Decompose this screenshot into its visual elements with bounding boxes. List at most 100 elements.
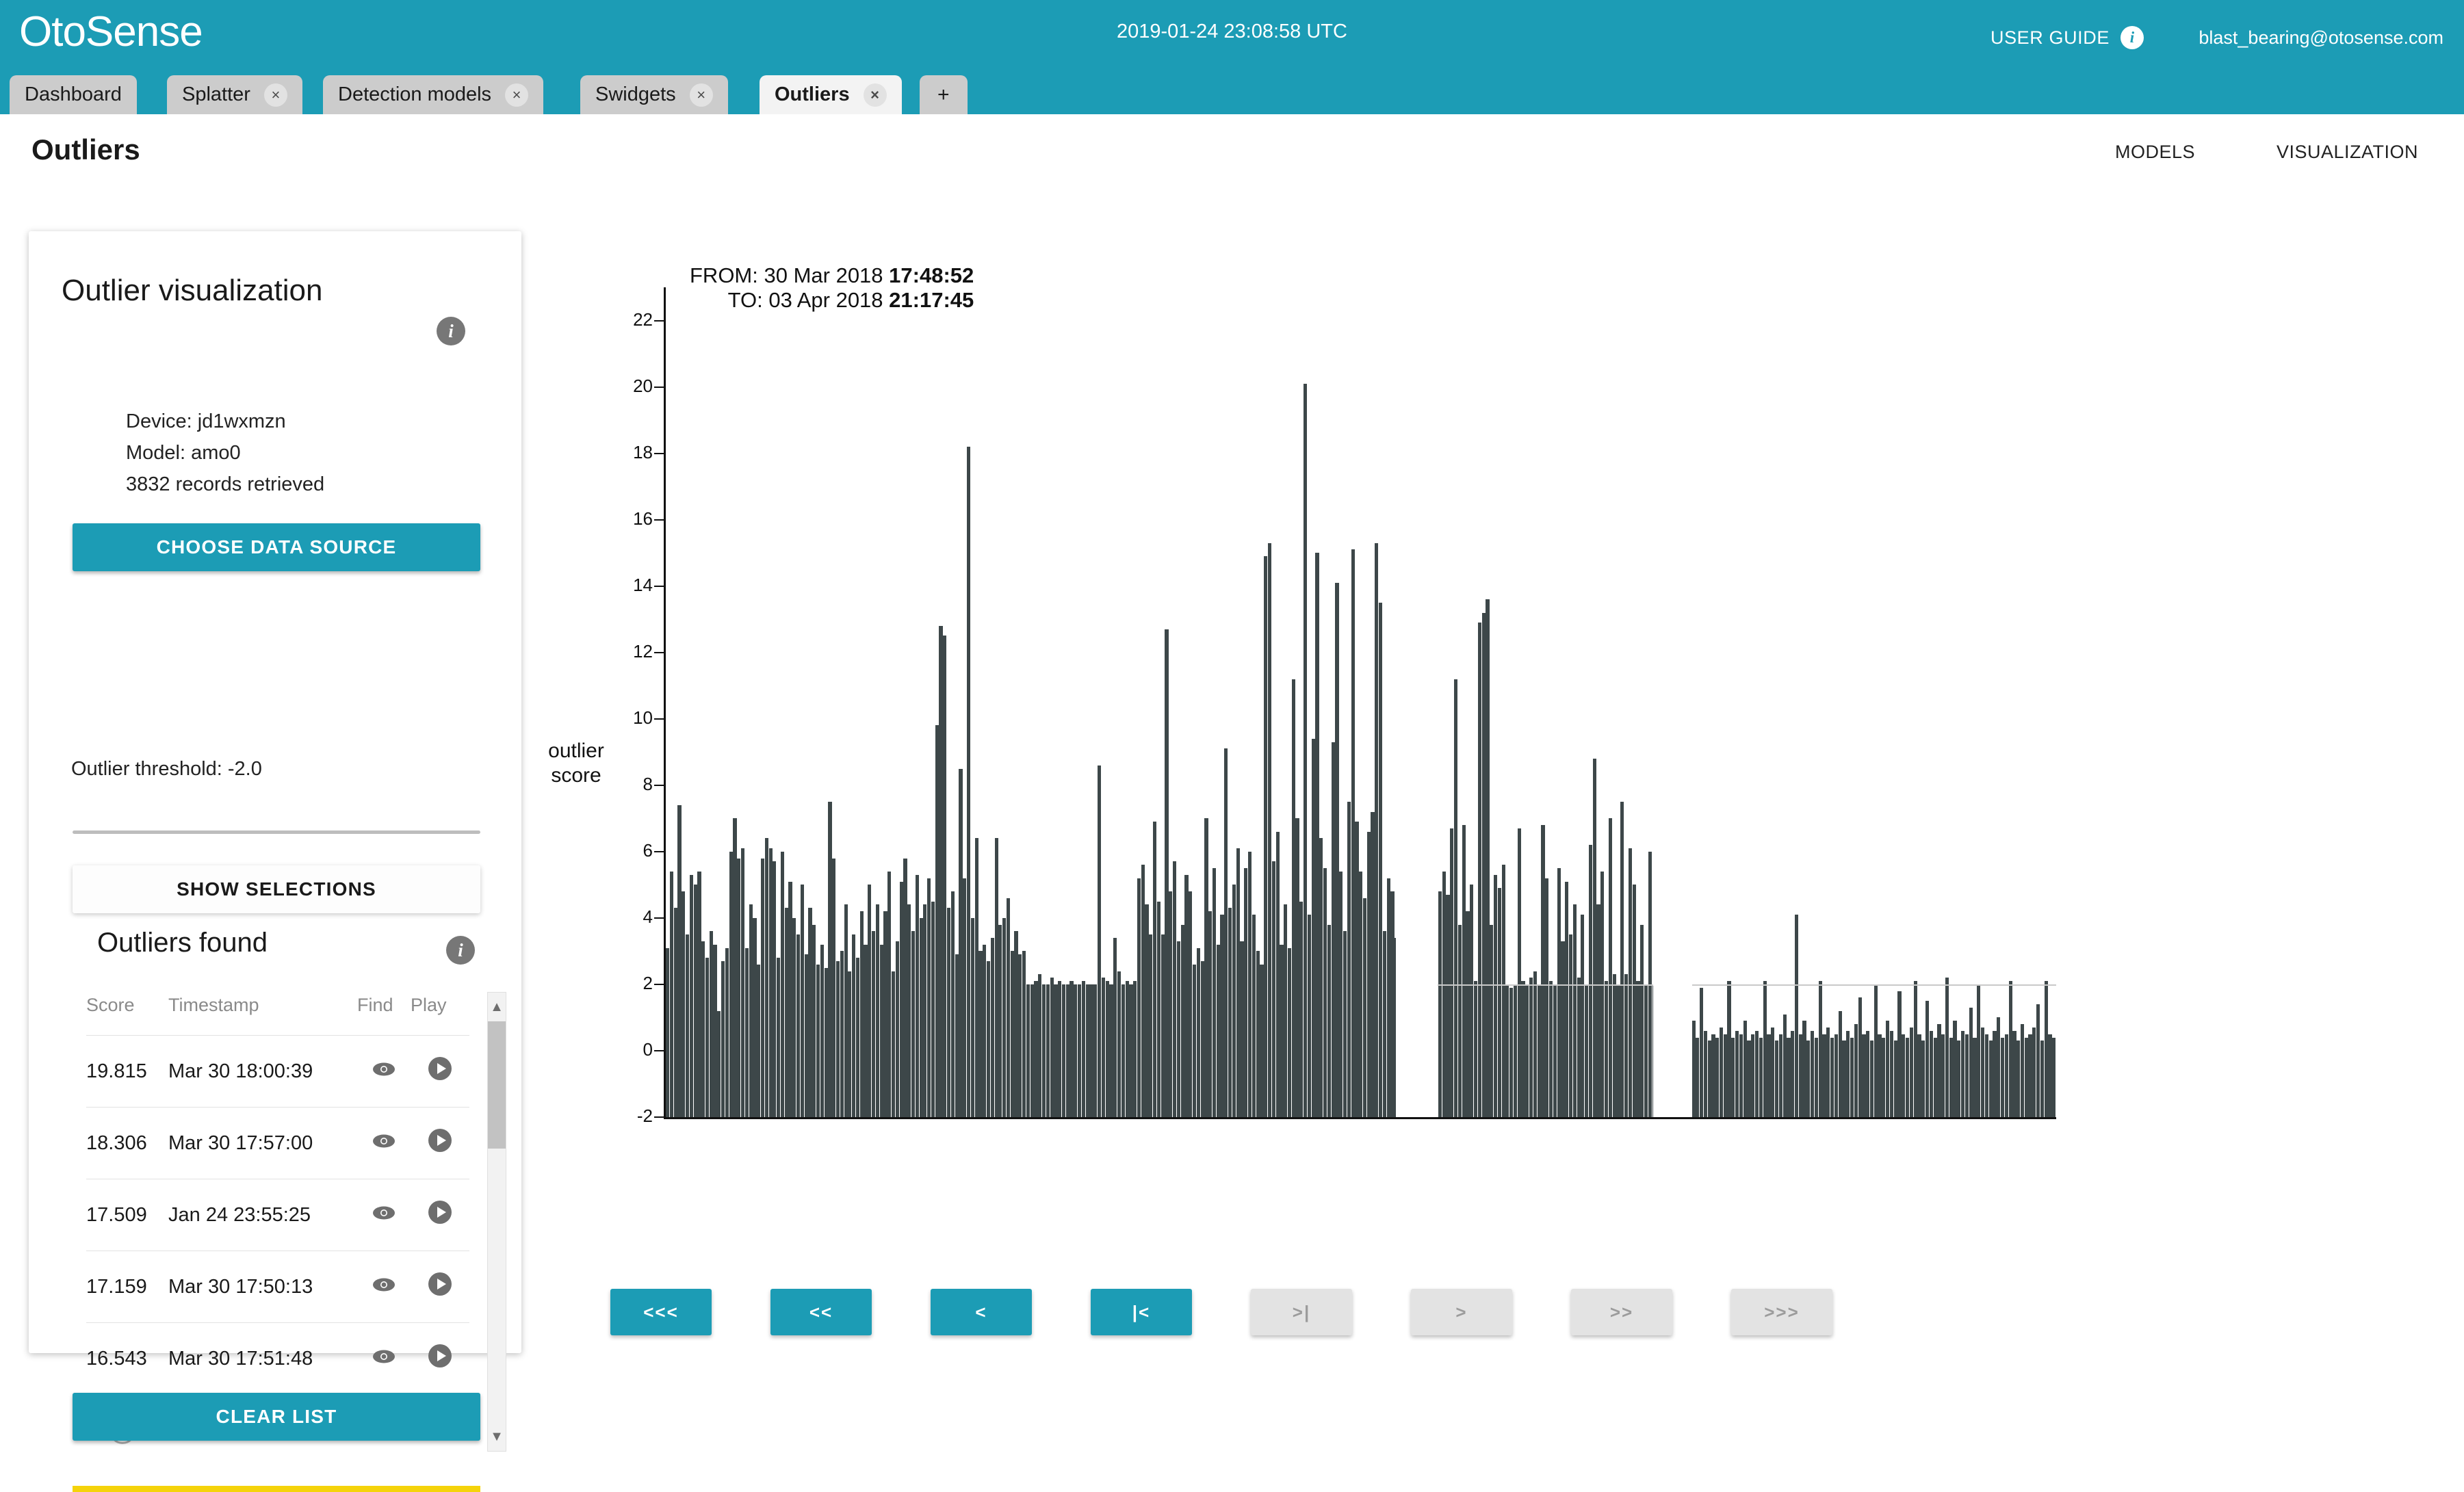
chart-bar (1224, 748, 1228, 1117)
chart-bar (1010, 951, 1014, 1117)
chart-bar (1069, 981, 1074, 1117)
eye-icon[interactable] (372, 1060, 395, 1083)
chart-bar (1315, 553, 1319, 1117)
chart-bar (864, 944, 868, 1117)
tab-detection-models[interactable]: Detection models × (323, 75, 544, 114)
chart-bar (1375, 542, 1379, 1117)
play-icon[interactable] (428, 1344, 452, 1374)
chart-bar (1327, 924, 1331, 1117)
find-button[interactable] (357, 1179, 411, 1251)
play-button[interactable] (411, 1251, 469, 1323)
choose-data-source-button[interactable]: CHOOSE DATA SOURCE (73, 523, 480, 571)
outliers-table-scrollbar[interactable]: ▲ ▼ (487, 992, 506, 1452)
find-button[interactable] (357, 1251, 411, 1323)
close-icon[interactable]: × (689, 83, 713, 107)
tab-outliers[interactable]: Outliers × (760, 75, 902, 114)
play-button[interactable] (411, 1322, 469, 1384)
chart-bar (887, 871, 892, 1117)
play-button[interactable] (411, 1035, 469, 1108)
chart-bar (1893, 1041, 1897, 1117)
info-icon[interactable]: i (2121, 26, 2144, 49)
pager-button-1[interactable]: <<< (610, 1289, 712, 1335)
chart-bar (1248, 851, 1252, 1117)
play-icon[interactable] (428, 1272, 452, 1302)
chart-bar (950, 891, 955, 1117)
chart-bar (1260, 964, 1264, 1117)
table-row[interactable]: 19.815 Mar 30 18:00:39 (86, 1035, 469, 1108)
chart-bar (1640, 924, 1644, 1117)
chart-bar (1311, 738, 1315, 1117)
find-button[interactable] (357, 1035, 411, 1108)
eye-icon[interactable] (372, 1204, 395, 1227)
chart-bar (740, 848, 745, 1117)
chart-bar (955, 954, 959, 1117)
chart-bar (1386, 878, 1390, 1117)
cell-timestamp: Mar 30 17:51:48 (168, 1322, 357, 1384)
info-icon[interactable]: i (437, 317, 465, 345)
chart-bar (1156, 901, 1161, 1117)
clear-list-button[interactable]: CLEAR LIST (73, 1393, 480, 1441)
pager-button-2[interactable]: << (770, 1289, 872, 1335)
play-icon[interactable] (428, 1056, 452, 1086)
nav-link-models[interactable]: MODELS (2115, 142, 2195, 163)
chart-bar (1089, 984, 1093, 1117)
close-icon[interactable]: × (863, 83, 887, 107)
threshold-line (1691, 984, 2056, 986)
column-header-score: Score (86, 984, 168, 1036)
chart-bar (1957, 1041, 1961, 1117)
scroll-down-icon[interactable]: ▼ (488, 1422, 506, 1451)
table-row[interactable]: 17.509 Jan 24 23:55:25 (86, 1179, 469, 1251)
y-axis-tick (654, 519, 665, 521)
chart-bar (2000, 1037, 2005, 1117)
show-selections-button[interactable]: SHOW SELECTIONS (73, 865, 480, 913)
pager-button-3[interactable]: < (931, 1289, 1032, 1335)
chart-bar (1232, 885, 1236, 1117)
chart-bar (1925, 1001, 1930, 1117)
chart-bar (1541, 825, 1545, 1117)
tab-dashboard[interactable]: Dashboard (10, 75, 137, 114)
user-email[interactable]: blast_bearing@otosense.com (2199, 27, 2443, 49)
chart-bar (713, 944, 717, 1117)
scrollbar-thumb[interactable] (488, 1021, 506, 1149)
user-guide-link[interactable]: USER GUIDE (1990, 27, 2110, 49)
tab-swidgets[interactable]: Swidgets × (580, 75, 728, 114)
table-row[interactable]: 18.306 Mar 30 17:57:00 (86, 1107, 469, 1179)
pager-button-4[interactable]: |< (1091, 1289, 1192, 1335)
find-button[interactable] (357, 1107, 411, 1179)
chart-bar (1362, 898, 1367, 1117)
x-axis-line (664, 1117, 2056, 1119)
table-row[interactable]: 17.159 Mar 30 17:50:13 (86, 1251, 469, 1323)
add-tab-button[interactable]: + (920, 75, 968, 114)
chart-bar (1854, 1024, 1858, 1117)
close-icon[interactable]: × (505, 83, 529, 107)
chart-bar (1862, 1034, 1866, 1117)
scroll-up-icon[interactable]: ▲ (488, 993, 506, 1021)
y-axis-tick (654, 386, 665, 388)
chart-bar (1616, 984, 1620, 1117)
y-axis-tick-label: 10 (633, 707, 653, 728)
tab-splatter[interactable]: Splatter × (167, 75, 302, 114)
chart-bar (1184, 874, 1189, 1117)
play-icon[interactable] (428, 1200, 452, 1230)
nav-link-visualization[interactable]: VISUALIZATION (2277, 142, 2418, 163)
find-button[interactable] (357, 1322, 411, 1384)
eye-icon-glyph (373, 1350, 395, 1363)
eye-icon[interactable] (372, 1276, 395, 1298)
chart-bar (1287, 947, 1292, 1117)
chart-bar (1771, 1028, 1775, 1117)
table-row[interactable]: 16.543 Mar 30 17:51:48 (86, 1322, 469, 1384)
close-icon[interactable]: × (263, 83, 287, 107)
eye-icon[interactable] (372, 1348, 395, 1370)
play-icon[interactable] (428, 1128, 452, 1158)
chart-bar (1537, 984, 1541, 1117)
info-icon[interactable]: i (446, 936, 475, 965)
chart-bar (1212, 868, 1217, 1117)
outlier-threshold-slider[interactable] (73, 830, 480, 1444)
chart-bar (966, 446, 971, 1117)
eye-icon[interactable] (372, 1132, 395, 1155)
play-button[interactable] (411, 1107, 469, 1179)
outlier-score-chart: FROM: 30 Mar 2018 17:48:52 TO: 03 Apr 20… (548, 263, 2429, 1136)
chart-bar (1196, 947, 1200, 1117)
chart-bar (2032, 1028, 2036, 1117)
play-button[interactable] (411, 1179, 469, 1251)
